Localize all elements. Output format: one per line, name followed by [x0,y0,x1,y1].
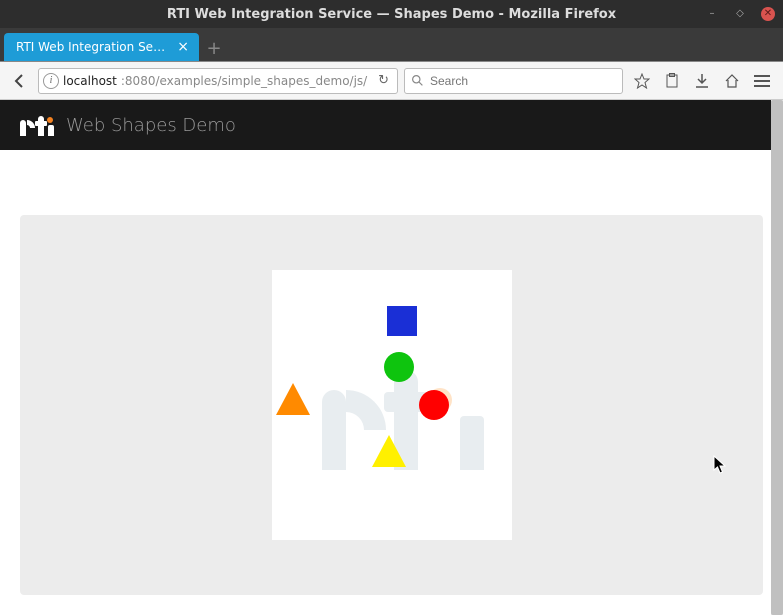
star-icon [634,73,650,89]
search-bar[interactable] [404,68,623,94]
hamburger-icon [754,75,770,87]
window-title: RTI Web Integration Service — Shapes Dem… [0,7,783,22]
window-maximize-button[interactable]: ◇ [733,7,747,21]
page-viewport: Web Shapes Demo [0,100,783,615]
new-tab-button[interactable]: + [199,35,229,61]
vertical-scrollbar[interactable] [771,100,783,615]
menu-button[interactable] [749,68,775,94]
home-icon [724,73,740,89]
app-header: Web Shapes Demo [0,100,783,150]
window-titlebar: RTI Web Integration Service — Shapes Dem… [0,0,783,28]
arrow-left-icon [12,73,28,89]
bookmark-star-button[interactable] [629,68,655,94]
browser-tab-active[interactable]: RTI Web Integration Service — ... × [4,33,199,61]
window-minimize-button[interactable]: – [705,7,719,21]
url-host: localhost [63,74,117,88]
tab-label: RTI Web Integration Service — ... [16,40,169,54]
site-info-icon[interactable]: i [43,73,59,89]
shape-triangle [372,435,406,467]
window-close-button[interactable]: ✕ [761,7,775,21]
tab-strip: RTI Web Integration Service — ... × + [0,28,783,62]
toolbar-icons [629,68,775,94]
back-button[interactable] [8,69,32,93]
clipboard-icon [665,73,679,89]
library-button[interactable] [659,68,685,94]
tab-close-icon[interactable]: × [177,39,189,55]
url-path: :8080/examples/simple_shapes_demo/js/ [121,74,370,88]
shapes-canvas [272,270,512,540]
download-icon [695,73,709,89]
shapes-panel [20,215,763,595]
shape-triangle [276,383,310,415]
search-input[interactable] [430,74,616,88]
search-icon [411,74,424,87]
browser-navbar: i localhost :8080/examples/simple_shapes_… [0,62,783,100]
window-controls: – ◇ ✕ [705,0,775,28]
shape-square [387,306,417,336]
shape-circle [384,352,414,382]
reload-button[interactable]: ↻ [374,73,393,88]
scrollbar-thumb[interactable] [771,100,783,615]
downloads-button[interactable] [689,68,715,94]
shape-circle [419,390,449,420]
home-button[interactable] [719,68,745,94]
rti-logo [20,114,56,136]
app-title: Web Shapes Demo [66,115,236,136]
panel-wrap [0,150,783,615]
url-bar[interactable]: i localhost :8080/examples/simple_shapes_… [38,68,398,94]
